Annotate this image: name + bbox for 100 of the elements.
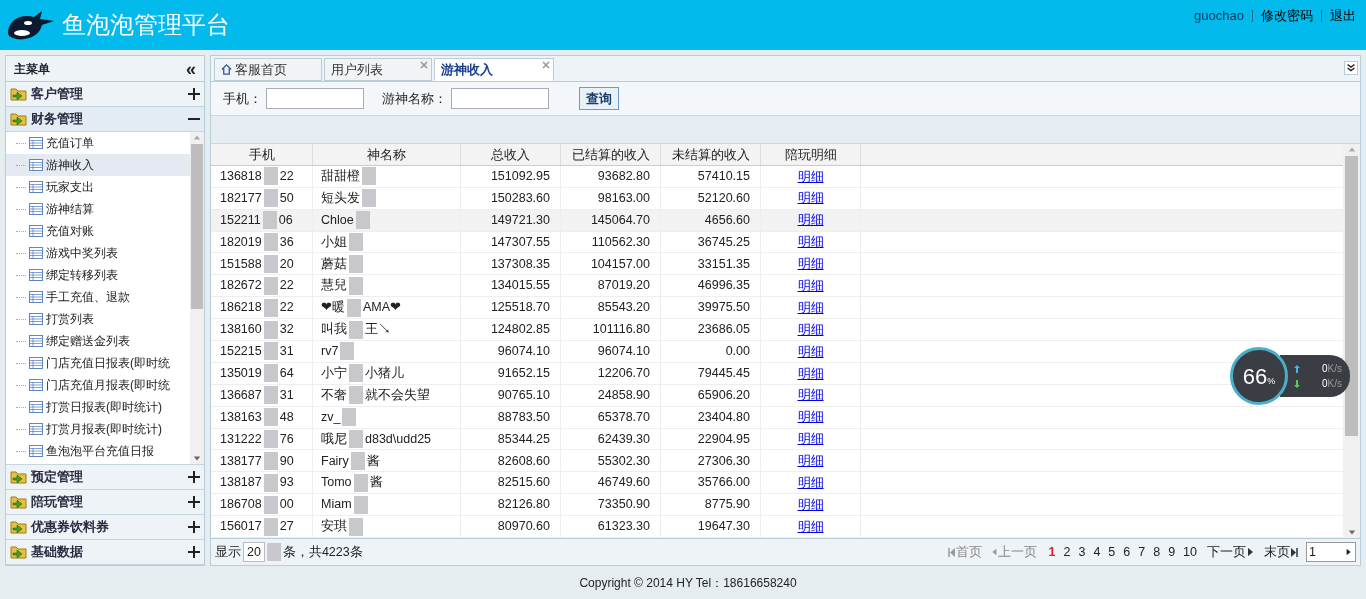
search-field[interactable] (451, 88, 549, 109)
column-header[interactable]: 陪玩明细 (761, 144, 861, 165)
page-number[interactable]: 9 (1168, 542, 1176, 562)
redaction-block (353, 473, 368, 492)
scroll-down-icon[interactable] (193, 454, 201, 462)
go-icon[interactable] (1345, 548, 1353, 556)
next-page-button[interactable]: 下一页 (1207, 542, 1256, 562)
page-number[interactable]: 6 (1123, 542, 1131, 562)
detail-link[interactable]: 明细 (797, 473, 824, 493)
page-number[interactable]: 5 (1108, 542, 1116, 562)
detail-link[interactable]: 明细 (797, 297, 824, 318)
header-link[interactable]: 退出 (1330, 6, 1356, 26)
table-row[interactable]: 182177 50 短头发 150283.60 98163.00 52120.60 明细 (211, 187, 1343, 210)
menu-group[interactable]: 优惠券饮料券 (6, 515, 204, 540)
detail-link[interactable]: 明细 (797, 276, 824, 296)
detail-link[interactable]: 明细 (797, 188, 824, 208)
table-row[interactable]: 182672 22 慧兒 134015.55 87019.20 46996.35 明细 (211, 275, 1343, 298)
plus-icon[interactable] (188, 471, 200, 483)
menu-group[interactable]: 财务管理 (6, 107, 204, 132)
menu-item[interactable]: 门店充值月报表(即时统 (6, 374, 190, 396)
menu-group[interactable]: 陪玩管理 (6, 490, 204, 515)
menu-item[interactable]: 鱼泡泡平台充值日报 (6, 440, 190, 462)
menu-item[interactable]: 绑定转移列表 (6, 264, 190, 286)
last-page-button[interactable]: 末页 (1264, 542, 1298, 562)
menu-group[interactable]: 基础数据 (6, 540, 204, 565)
detail-link[interactable]: 明细 (797, 166, 824, 187)
page-number[interactable]: 8 (1153, 542, 1161, 562)
page-number[interactable]: 3 (1078, 542, 1086, 562)
table-cell-text: 90 (279, 452, 294, 470)
redaction-block (342, 408, 357, 427)
tab[interactable]: 游神收入 (434, 58, 554, 81)
table-row[interactable]: 131222 76 哦尼 d83d\udd25 85344.25 62439.30 22904.95 明细 (211, 428, 1343, 451)
page-number[interactable]: 10 (1183, 542, 1197, 562)
detail-link[interactable]: 明细 (797, 232, 824, 252)
table-row[interactable]: 182019 36 小姐 147307.55 110562.30 36745.25 明细 (211, 231, 1343, 254)
page-number[interactable]: 1 (1048, 542, 1056, 562)
menu-item[interactable]: 手工充值、退款 (6, 286, 190, 308)
close-icon[interactable] (542, 61, 550, 69)
scrollbar[interactable] (1343, 144, 1360, 538)
goto-page-field[interactable]: 1 (1306, 542, 1356, 562)
menu-item[interactable]: 打赏月报表(即时统计) (6, 418, 190, 440)
menu-group[interactable]: 预定管理 (6, 465, 204, 490)
search-button[interactable]: 查询 (579, 87, 619, 110)
tab[interactable]: 用户列表 (324, 58, 432, 81)
column-header[interactable]: 总收入 (461, 144, 561, 165)
menu-item[interactable]: 游神收入 (6, 154, 190, 176)
menu-item[interactable]: 玩家支出 (6, 176, 190, 198)
scrollbar[interactable] (190, 132, 204, 464)
menu-item[interactable]: 游神结算 (6, 198, 190, 220)
table-row[interactable]: 138160 32 叫我 王↘ 124802.85 101116.80 23686.05 明细 (211, 319, 1343, 341)
redaction-block (349, 517, 363, 536)
scroll-down-icon[interactable] (1347, 528, 1356, 536)
page-number[interactable]: 4 (1093, 542, 1101, 562)
table-row[interactable]: 186218 22 ❤暖 AMA❤ 125518.70 85543.20 39975.50 明细 (211, 297, 1343, 320)
plus-icon[interactable] (188, 496, 200, 508)
page-size-select[interactable]: 20 (243, 542, 265, 562)
detail-link[interactable]: 明细 (797, 494, 824, 515)
plus-icon[interactable] (188, 88, 200, 100)
menu-group[interactable]: 客户管理 (6, 82, 204, 107)
detail-link[interactable]: 明细 (797, 254, 824, 274)
table-row[interactable]: 186708 00 Miam 82126.80 73350.90 8775.90 明细 (211, 494, 1343, 517)
search-field[interactable] (266, 88, 364, 109)
detail-link[interactable]: 明细 (797, 210, 824, 230)
column-header[interactable]: 已结算的收入 (561, 144, 661, 165)
double-chevron-down-icon[interactable] (1344, 61, 1358, 75)
plus-icon[interactable] (188, 521, 200, 533)
menu-item[interactable]: 打赏列表 (6, 308, 190, 330)
page-number[interactable]: 2 (1063, 542, 1071, 562)
table-row[interactable]: 138187 93 Tomo 酱 82515.60 46749.60 35766.00 明细 (211, 472, 1343, 495)
column-header[interactable]: 手机 (211, 144, 313, 165)
close-icon[interactable] (420, 61, 428, 69)
detail-link[interactable]: 明细 (797, 319, 824, 340)
menu-item[interactable]: 门店充值日报表(即时统 (6, 352, 190, 374)
page-number[interactable]: 7 (1138, 542, 1146, 562)
table-row[interactable]: 151588 20 蘑菇 137308.35 104157.00 33151.35 明细 (211, 253, 1343, 276)
redaction-block (262, 211, 277, 230)
detail-link[interactable]: 明细 (797, 341, 824, 362)
menu-group-label: 基础数据 (31, 543, 83, 562)
plus-icon[interactable] (188, 546, 200, 558)
menu-item[interactable]: 充值对账 (6, 220, 190, 242)
column-header[interactable]: 神名称 (313, 144, 461, 165)
collapse-button[interactable]: « (186, 59, 196, 78)
table-row[interactable]: 156017 27 安琪 80970.60 61323.30 19647.30 明细 (211, 516, 1343, 538)
menu-item[interactable]: 充值订单 (6, 132, 190, 154)
table-row[interactable]: 138177 90 Fairy 酱 82608.60 55302.30 27306.30 明细 (211, 450, 1343, 473)
column-header[interactable]: 未结算的收入 (661, 144, 761, 165)
detail-link[interactable]: 明细 (797, 516, 824, 537)
menu-item[interactable]: 绑定赠送金列表 (6, 330, 190, 352)
detail-link[interactable]: 明细 (797, 363, 824, 384)
detail-link[interactable]: 明细 (797, 451, 824, 471)
detail-link[interactable]: 明细 (797, 429, 824, 449)
detail-link[interactable]: 明细 (797, 385, 824, 405)
tab[interactable]: 客服首页 (214, 58, 322, 81)
table-row[interactable]: 152211 06 Chloe 149721.30 145064.70 4656.60 明细 (211, 209, 1343, 232)
table-row[interactable]: 138163 48 zv_ 88783.50 65378.70 23404.80 明细 (211, 406, 1343, 429)
header-link[interactable]: 修改密码 (1261, 6, 1313, 26)
table-row[interactable]: 136818 22 甜甜橙 151092.95 93682.80 57410.15 明细 (211, 165, 1343, 188)
menu-item[interactable]: 打赏日报表(即时统计) (6, 396, 190, 418)
menu-item[interactable]: 游戏中奖列表 (6, 242, 190, 264)
detail-link[interactable]: 明细 (797, 407, 824, 427)
